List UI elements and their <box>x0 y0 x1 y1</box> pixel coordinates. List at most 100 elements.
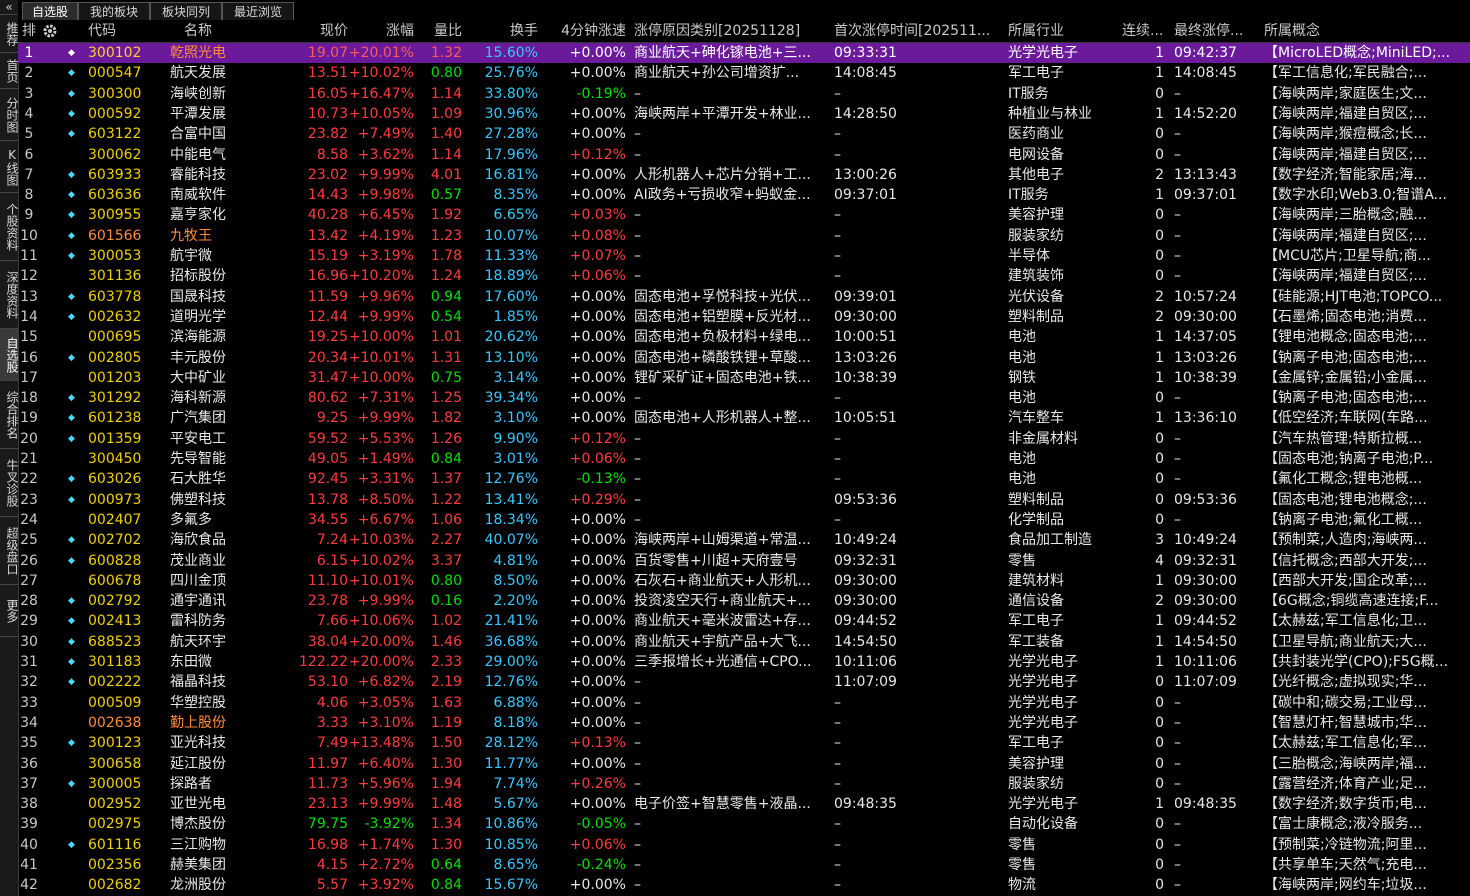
header-rank[interactable]: 排 <box>22 20 36 42</box>
table-row[interactable]: 33 000509 华塑控股 4.06 +3.05% 1.63 6.88% +0.00% – – 光… <box>18 693 1470 713</box>
streak-days: 0 <box>1155 836 1164 853</box>
table-row[interactable]: 30 ◆ 688523 航天环宇 38.04 +20.00% 1.46 36.68% +0.00… <box>18 632 1470 652</box>
table-row[interactable]: 10 ◆ 601566 九牧王 13.42 +4.19% 1.23 10.07% +0.08% –… <box>18 226 1470 246</box>
tab-watchlist[interactable]: 自选股 <box>22 2 78 20</box>
table-row[interactable]: 31 ◆ 301183 东田微 122.22 +20.00% 2.33 29.00% +0.00… <box>18 652 1470 672</box>
table-row[interactable]: 3 ◆ 300300 海峡创新 16.05 +16.47% 1.14 33.80% -0.19%… <box>18 84 1470 104</box>
first-limit-time: 10:05:51 <box>834 410 897 427</box>
table-row[interactable]: 27 600678 四川金顶 11.10 +10.01% 0.80 8.50% +0.00% 石… <box>18 571 1470 591</box>
sidebar-item-k-line-chart[interactable]: K线图 <box>0 141 19 193</box>
tab-recent[interactable]: 最近浏览 <box>222 2 294 20</box>
header-code[interactable]: 代码 <box>88 20 148 42</box>
table-row[interactable]: 9 ◆ 300955 嘉亨家化 40.28 +6.45% 1.92 6.65% +0.03% – –… <box>18 205 1470 225</box>
sidebar-item-stock-profile[interactable]: 个股资料 <box>0 193 19 261</box>
table-row[interactable]: 26 ◆ 600828 茂业商业 6.15 +10.02% 3.37 4.81% +0.00% 百… <box>18 551 1470 571</box>
table-row[interactable]: 20 ◆ 001359 平安电工 59.52 +5.53% 1.26 9.90% +0.12% –… <box>18 429 1470 449</box>
table-row[interactable]: 40 ◆ 601116 三江购物 16.98 +1.74% 1.30 10.85% +0.06%… <box>18 835 1470 855</box>
sidebar-item-timeshare-chart[interactable]: 分时图 <box>0 89 19 141</box>
table-row[interactable]: 18 ◆ 301292 海科新源 80.62 +7.31% 1.25 39.34% +0.00%… <box>18 388 1470 408</box>
header-industry[interactable]: 所属行业 <box>1008 20 1108 42</box>
header-first-limit-time[interactable]: 首次涨停时间[202511... <box>834 20 1006 42</box>
sidebar-item-composite-ranking[interactable]: 综合排名 <box>0 381 19 449</box>
stock-name: 茂业商业 <box>170 552 226 569</box>
sidebar-item-deep-data[interactable]: 深度资料 <box>0 261 19 329</box>
concept: 【钠离子电池;固态电池;... <box>1264 390 1427 407</box>
table-row[interactable]: 12 301136 招标股份 16.96 +10.20% 1.24 18.89% +0.06%… <box>18 266 1470 286</box>
table-row[interactable]: 36 300658 延江股份 11.97 +6.40% 1.30 11.77% +0.00% –… <box>18 754 1470 774</box>
concept: 【军工信息化;军民融合;... <box>1264 65 1427 82</box>
table-row[interactable]: 42 002682 龙洲股份 5.57 +3.92% 0.84 15.67% +0.00% – –… <box>18 875 1470 895</box>
tab-my-sectors[interactable]: 我的板块 <box>78 2 150 20</box>
table-row[interactable]: 23 ◆ 000973 佛塑科技 13.78 +8.50% 1.22 13.41% +0.29%… <box>18 490 1470 510</box>
table-row[interactable]: 37 ◆ 300005 探路者 11.73 +5.96% 1.94 7.74% +0.26% – –… <box>18 774 1470 794</box>
turnover: 15.67% <box>484 877 538 894</box>
table-row[interactable]: 35 ◆ 300123 亚光科技 7.49 +13.48% 1.50 28.12% +0.13%… <box>18 733 1470 753</box>
sidebar-item-niucha-diagnosis[interactable]: 牛叉诊股 <box>0 449 19 517</box>
stock-name: 雷科防务 <box>170 613 226 630</box>
header-concept[interactable]: 所属概念 <box>1264 20 1464 42</box>
gear-icon[interactable] <box>42 20 62 42</box>
stock-code: 002805 <box>88 349 142 366</box>
industry: 医药商业 <box>1008 126 1064 143</box>
table-row[interactable]: 14 ◆ 002632 道明光学 12.44 +9.99% 0.54 1.85% +0.00% 固… <box>18 307 1470 327</box>
volume-ratio: 1.06 <box>430 511 462 528</box>
header-turnover[interactable]: 换手 <box>486 20 538 42</box>
table-row[interactable]: 1 ◆ 300102 乾照光电 19.07 +20.01% 1.32 15.60% +0.00%… <box>18 43 1470 64</box>
limit-up-reason: 固态电池+负极材料+绿电... <box>634 329 811 346</box>
collapse-sidebar-button[interactable]: « <box>0 0 18 15</box>
header-limit-up-reason[interactable]: 涨停原因类别[20251128] <box>634 20 834 42</box>
header-4min-speed[interactable]: 4分钟涨速 <box>550 20 626 42</box>
volume-ratio: 1.37 <box>430 471 462 488</box>
table-row[interactable]: 5 ◆ 603122 合富中国 23.82 +7.49% 1.40 27.28% +0.00% –… <box>18 124 1470 144</box>
table-row[interactable]: 21 300450 先导智能 49.05 +1.49% 0.84 3.01% +0.06% – –… <box>18 449 1470 469</box>
header-streak[interactable]: 连续... <box>1122 20 1168 42</box>
table-row[interactable]: 6 300062 中能电气 8.58 +3.62% 1.14 17.96% +0.12% – – 电… <box>18 145 1470 165</box>
table-row[interactable]: 16 ◆ 002805 丰元股份 20.34 +10.01% 1.31 13.10% +0.00… <box>18 348 1470 368</box>
sidebar-item-recommend[interactable]: 推荐 <box>0 15 19 53</box>
header-last-limit-time[interactable]: 最终涨停... <box>1174 20 1258 42</box>
table-row[interactable]: 32 ◆ 002222 福晶科技 53.10 +6.82% 2.19 12.76% +0.00%… <box>18 672 1470 692</box>
table-row[interactable]: 2 ◆ 000547 航天发展 13.51 +10.02% 0.80 25.76% +0.00%… <box>18 63 1470 83</box>
volume-ratio: 0.84 <box>430 877 462 894</box>
table-row[interactable]: 38 002952 亚世光电 23.13 +9.99% 1.48 5.67% +0.00% 电子… <box>18 794 1470 814</box>
streak-days: 1 <box>1155 65 1164 82</box>
sidebar-item-home[interactable]: 首页 <box>0 53 19 89</box>
table-row[interactable]: 29 ◆ 002413 雷科防务 7.66 +10.06% 1.02 21.41% +0.00%… <box>18 611 1470 631</box>
volume-ratio: 1.48 <box>430 796 462 813</box>
table-row[interactable]: 15 000695 滨海能源 19.25 +10.00% 1.01 20.62% +0.00%… <box>18 327 1470 347</box>
speed-4min: +0.00% <box>569 714 626 731</box>
header-change[interactable]: 涨幅 <box>368 20 414 42</box>
table-row[interactable]: 4 ◆ 000592 平潭发展 10.73 +10.05% 1.09 30.96% +0.00%… <box>18 104 1470 124</box>
table-row[interactable]: 41 002356 赫美集团 4.15 +2.72% 0.64 8.65% -0.24% – – 零… <box>18 855 1470 875</box>
table-row[interactable]: 25 ◆ 002702 海欣食品 7.24 +10.03% 2.27 40.07% +0.00%… <box>18 530 1470 550</box>
last-limit-time: 09:42:37 <box>1174 45 1237 61</box>
streak-days: 0 <box>1155 877 1164 894</box>
table-row[interactable]: 24 002407 多氟多 34.55 +6.67% 1.06 18.34% +0.00% – –… <box>18 510 1470 530</box>
table-row[interactable]: 17 001203 大中矿业 31.47 +10.00% 0.75 3.14% +0.00% 锂… <box>18 368 1470 388</box>
sidebar-item-watchlist[interactable]: 自选股 <box>0 329 19 381</box>
streak-days: 1 <box>1155 410 1164 427</box>
table-row[interactable]: 11 ◆ 300053 航宇微 15.19 +3.19% 1.78 11.33% +0.07% –… <box>18 246 1470 266</box>
table-row[interactable]: 28 ◆ 002792 通宇通讯 23.78 +9.99% 0.16 2.20% +0.00% 投… <box>18 591 1470 611</box>
volume-ratio: 1.32 <box>430 45 462 61</box>
sidebar-item-more[interactable]: 更多 <box>0 585 19 637</box>
stock-code: 002638 <box>88 714 142 731</box>
table-row[interactable]: 34 002638 勤上股份 3.33 +3.10% 1.19 8.18% +0.00% – – 光… <box>18 713 1470 733</box>
table-row[interactable]: 39 002975 博杰股份 79.75 -3.92% 1.34 10.86% -0.05% –… <box>18 814 1470 834</box>
header-price[interactable]: 现价 <box>300 20 348 42</box>
table-row[interactable]: 22 ◆ 603026 石大胜华 92.45 +3.31% 1.37 12.76% -0.13%… <box>18 469 1470 489</box>
first-limit-time: 14:54:50 <box>834 633 897 650</box>
table-row[interactable]: 19 ◆ 601238 广汽集团 9.25 +9.99% 1.82 3.10% +0.00% 固态… <box>18 408 1470 428</box>
limit-up-reason: AI政务+亏损收窄+蚂蚁金... <box>634 187 811 204</box>
industry: 电池 <box>1008 390 1036 407</box>
tab-sector-peers[interactable]: 板块同列 <box>150 2 222 20</box>
header-volume-ratio[interactable]: 量比 <box>422 20 462 42</box>
industry: IT服务 <box>1008 187 1049 204</box>
last-limit-time: – <box>1174 126 1181 143</box>
table-row[interactable]: 8 ◆ 603636 南威软件 14.43 +9.98% 0.57 8.35% +0.00% AI… <box>18 185 1470 205</box>
table-row[interactable]: 13 ◆ 603778 国晟科技 11.59 +9.96% 0.94 17.60% +0.00%… <box>18 287 1470 307</box>
industry: 军工电子 <box>1008 65 1064 82</box>
header-name[interactable]: 名称 <box>184 20 244 42</box>
table-row[interactable]: 7 ◆ 603933 睿能科技 23.02 +9.99% 4.01 16.81% +0.00% 人… <box>18 165 1470 185</box>
sidebar-item-super-quote[interactable]: 超级盘口 <box>0 517 19 585</box>
